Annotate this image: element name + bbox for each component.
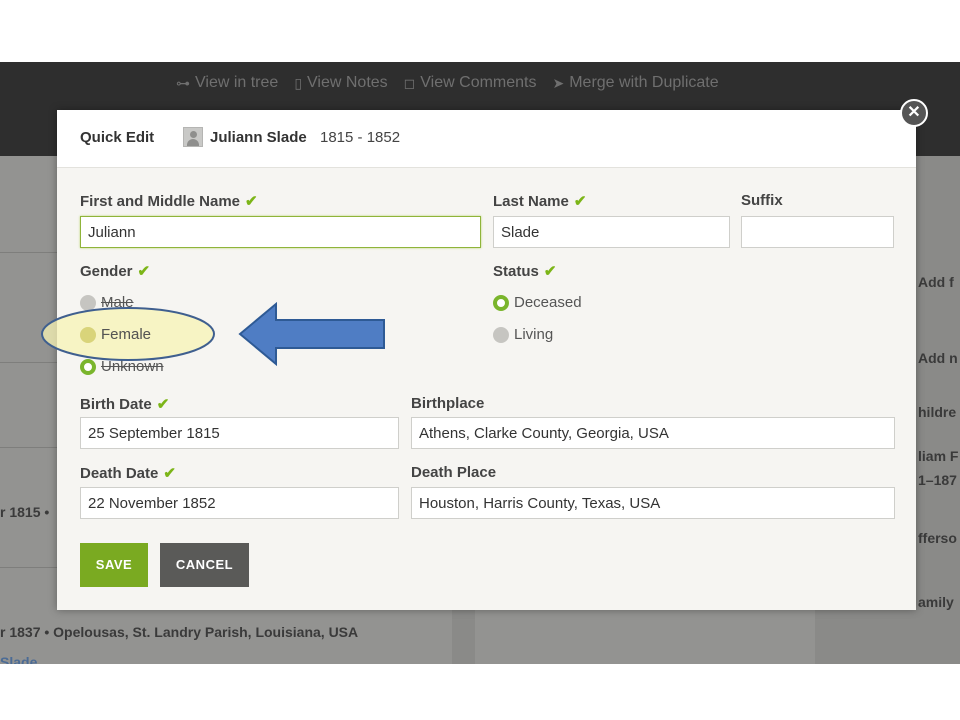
background-text: fferso [918,530,957,546]
background-text: amily [918,594,954,610]
pointer-arrow [238,302,385,366]
background-text: Add n [918,350,958,366]
view-comments-link: ◻ View Comments [403,74,537,91]
death-date-label: Death Date ✔ [80,464,176,482]
gender-label: Gender ✔ [80,262,150,280]
notes-icon: ▯ [294,74,303,91]
dialog-title: Quick Edit [80,129,155,146]
gender-female-label: Female [101,326,152,343]
check-icon: ✔ [245,193,258,210]
background-text: 1–187 [918,472,957,488]
view-notes-link: ▯ View Notes [294,74,388,91]
background-link-text: Slade [0,654,38,664]
check-icon: ✔ [543,263,557,280]
merge-icon: ➤ [552,74,565,91]
background-text: hildre [918,404,957,420]
view-in-tree-link: ⊶ View in tree [176,74,279,91]
background-links: ⊶ View in tree ▯ View Notes ◻ View Comme… [176,74,719,92]
merge-duplicate-link: ➤ Merge with Duplicate [552,74,719,91]
death-date-label-text: Death Date [80,465,159,482]
cancel-button[interactable]: CANCEL [160,543,249,587]
birth-date-label: Birth Date ✔ [80,395,169,413]
first-name-input[interactable] [80,216,481,248]
person-dates: 1815 - 1852 [320,129,401,146]
death-date-input[interactable] [80,487,399,519]
radio-unselected-icon [80,326,96,343]
suffix-label: Suffix [741,192,783,209]
last-name-label-text: Last Name [493,193,569,210]
status-deceased-radio[interactable]: Deceased [493,294,582,311]
status-living-label: Living [514,326,554,343]
gender-label-text: Gender [80,263,133,280]
status-living-radio[interactable]: Living [493,326,553,343]
first-name-label-text: First and Middle Name [80,193,241,210]
birth-date-label-text: Birth Date [80,396,152,413]
radio-unselected-icon [493,326,509,343]
birthplace-input[interactable] [411,417,895,449]
background-text: Add f [918,274,954,290]
death-place-label: Death Place [411,464,497,481]
save-button[interactable]: SAVE [80,543,148,587]
birth-date-input[interactable] [80,417,399,449]
check-icon: ✔ [137,263,151,280]
check-icon: ✔ [573,193,587,210]
last-name-label: Last Name ✔ [493,192,586,210]
dialog-header: Quick Edit Juliann Slade 1815 - 1852 [57,110,916,168]
background-text: liam F [918,448,959,464]
tree-icon: ⊶ [176,74,190,91]
status-deceased-label: Deceased [514,294,582,311]
background-text: r 1815 • [0,504,50,520]
radio-selected-icon [493,294,509,311]
check-icon: ✔ [163,465,176,482]
gender-female-highlighted[interactable]: Female [80,326,151,343]
check-icon: ✔ [156,396,170,413]
close-icon[interactable]: ✕ [900,99,928,127]
status-label-text: Status [493,263,539,280]
suffix-input[interactable] [741,216,894,248]
birthplace-label: Birthplace [411,395,485,412]
death-place-input[interactable] [411,487,895,519]
first-name-label: First and Middle Name ✔ [80,192,258,210]
person-avatar-icon [183,127,203,147]
status-label: Status ✔ [493,262,556,280]
last-name-input[interactable] [493,216,730,248]
person-name: Juliann Slade [210,129,307,146]
comments-icon: ◻ [403,74,416,91]
background-text: r 1837 • Opelousas, St. Landry Parish, L… [0,624,359,640]
